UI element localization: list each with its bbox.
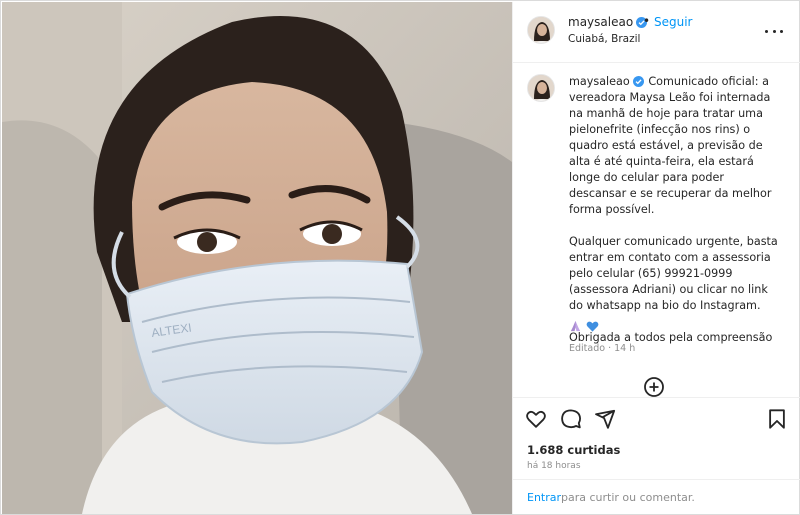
- caption-emojis: [569, 320, 599, 334]
- profile-photo-icon: [528, 75, 554, 101]
- login-link[interactable]: Entrar: [527, 491, 561, 504]
- edited-timestamp: Editado · 14 h: [569, 343, 636, 354]
- username-text: maysaleao: [568, 15, 634, 29]
- comment-bar: Entrar para curtir ou comentar.: [513, 479, 800, 514]
- caption-paragraph-1: Comunicado oficial: a vereadora Maysa Le…: [569, 75, 772, 216]
- follow-button[interactable]: Seguir: [654, 15, 693, 29]
- caption-avatar[interactable]: [527, 74, 555, 102]
- likes-count[interactable]: 1.688 curtidas: [527, 443, 620, 457]
- bookmark-icon[interactable]: [766, 408, 788, 430]
- caption-username-text: maysaleao: [569, 75, 630, 88]
- selfie-masked-woman-image: ALTEXI: [2, 2, 512, 514]
- separator-dot: •: [643, 14, 651, 28]
- post-time[interactable]: há 18 horas: [527, 461, 581, 471]
- add-circle-icon[interactable]: [643, 376, 665, 398]
- instagram-post: ALTEXI maysaleao • Seguir Cuiabá, Brazil: [0, 0, 800, 515]
- post-actions: [513, 397, 800, 437]
- post-side-panel: maysaleao • Seguir Cuiabá, Brazil maysal…: [512, 2, 800, 514]
- share-icon[interactable]: [594, 408, 616, 430]
- caption-username-link[interactable]: maysaleao: [569, 75, 644, 88]
- comment-icon[interactable]: [560, 408, 582, 430]
- more-options-icon[interactable]: [765, 23, 783, 39]
- blue-heart-emoji-icon: [586, 321, 599, 332]
- profile-photo-icon: [528, 17, 554, 43]
- caption-text: maysaleao Comunicado oficial: a vereador…: [569, 74, 781, 346]
- post-photo[interactable]: ALTEXI: [2, 2, 512, 514]
- heart-icon[interactable]: [525, 408, 547, 430]
- comment-prompt-text: para curtir ou comentar.: [561, 491, 695, 504]
- verified-badge-icon: [632, 76, 644, 87]
- post-caption: maysaleao Comunicado oficial: a vereador…: [513, 64, 800, 398]
- praying-hands-emoji-icon: [570, 320, 581, 332]
- caption-paragraph-2: Qualquer comunicado urgente, basta entra…: [569, 235, 778, 312]
- avatar[interactable]: [527, 16, 555, 44]
- post-header: maysaleao • Seguir Cuiabá, Brazil: [513, 2, 800, 63]
- username-link[interactable]: maysaleao: [568, 15, 648, 29]
- location-link[interactable]: Cuiabá, Brazil: [568, 33, 640, 45]
